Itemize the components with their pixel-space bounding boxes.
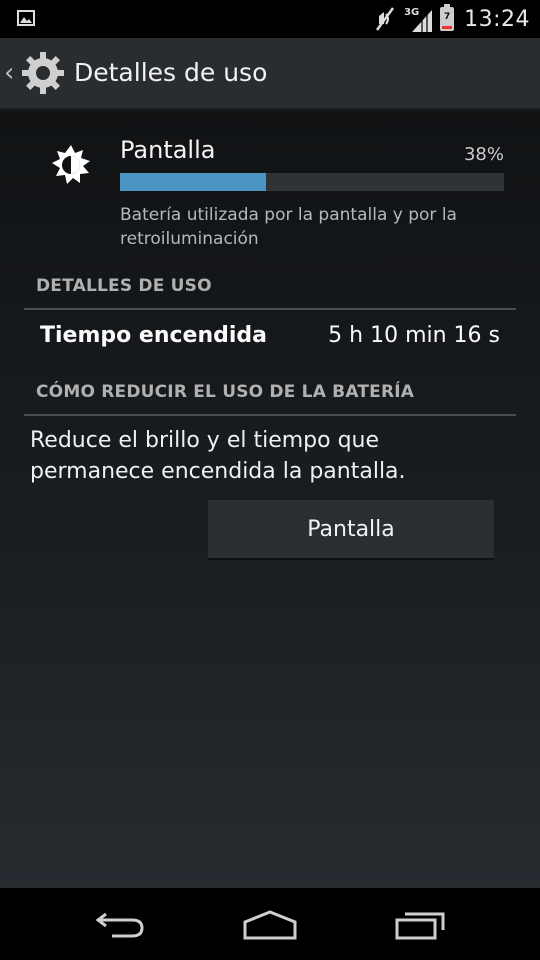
home-icon[interactable]: [241, 906, 299, 942]
usage-progress-bar: [120, 173, 504, 191]
battery-level: 7: [442, 9, 453, 26]
on-time-value: 5 h 10 min 16 s: [328, 323, 500, 348]
page-title: Detalles de uso: [74, 58, 268, 87]
clock: 13:24: [464, 6, 530, 32]
gallery-icon: [17, 10, 35, 26]
brightness-icon: [52, 145, 90, 184]
usage-description: Batería utilizada por la pantalla y por …: [120, 205, 457, 249]
on-time-label: Tiempo encendida: [40, 323, 268, 348]
reduce-tip-text: Reduce el brillo y el tiempo que permane…: [30, 428, 406, 484]
reduce-divider: [24, 414, 516, 416]
details-section-header: DETALLES DE USO: [36, 276, 212, 296]
settings-gear-icon[interactable]: [20, 50, 66, 96]
usage-item-name: Pantalla: [120, 136, 216, 164]
main-content: Pantalla 38% Batería utilizada por la pa…: [0, 110, 540, 888]
signal-icon: 3G: [404, 6, 433, 32]
usage-progress-fill: [120, 173, 266, 191]
up-caret-icon[interactable]: ‹: [4, 60, 14, 86]
action-bar: ‹ Detalles de uso: [0, 38, 540, 110]
reduce-section-header: CÓMO REDUCIR EL USO DE LA BATERÍA: [36, 382, 415, 402]
status-bar: 3G 7 13:24: [0, 0, 540, 38]
navigation-bar: [0, 888, 540, 960]
usage-percent: 38%: [463, 144, 504, 165]
details-divider: [24, 308, 516, 310]
screen-settings-button[interactable]: Pantalla: [208, 500, 494, 560]
battery-icon: 7: [440, 4, 455, 31]
back-icon[interactable]: [92, 906, 148, 942]
recents-icon[interactable]: [393, 906, 449, 942]
mute-icon: [376, 7, 395, 31]
